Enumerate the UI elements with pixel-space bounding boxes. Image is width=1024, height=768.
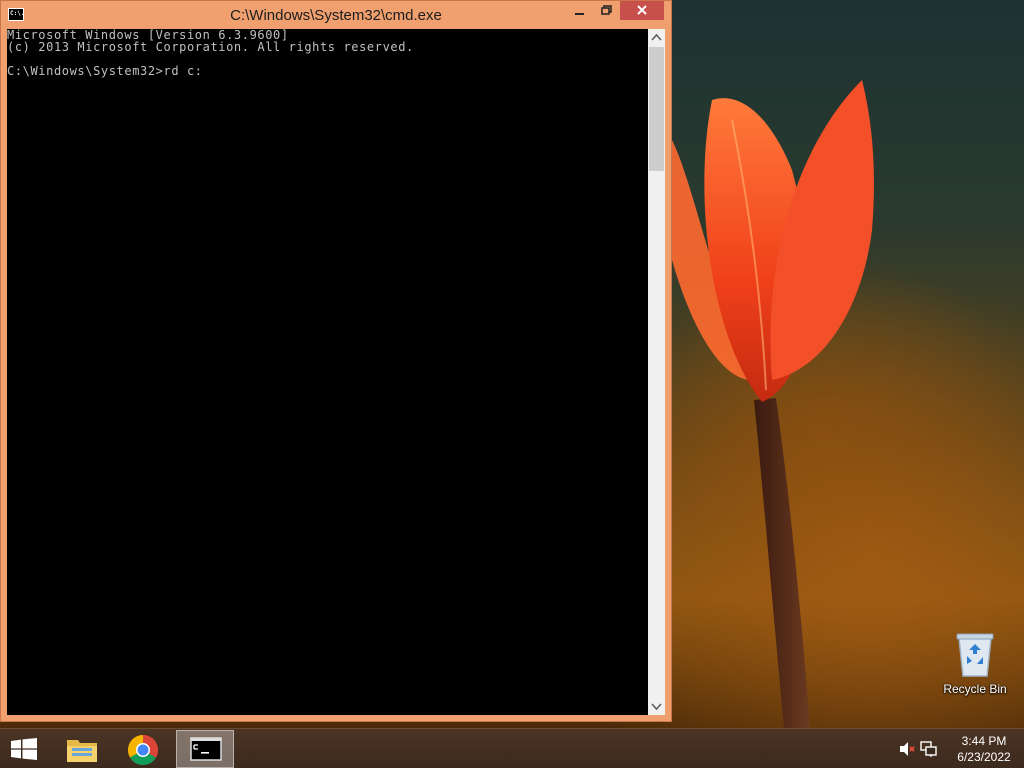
start-button[interactable]	[0, 729, 48, 768]
cmd-window[interactable]: C:\. C:\Windows\System32\cmd.exe Microso…	[0, 0, 672, 722]
recycle-bin-icon	[956, 633, 994, 677]
network-icon[interactable]	[920, 741, 938, 757]
clock-date: 6/23/2022	[957, 750, 1011, 764]
recycle-bin-label: Recycle Bin	[943, 682, 1007, 696]
close-button[interactable]	[620, 1, 664, 20]
taskbar-command-prompt[interactable]	[176, 730, 234, 768]
vertical-scrollbar[interactable]	[648, 29, 665, 715]
chevron-up-icon	[651, 33, 662, 41]
minimize-button[interactable]	[566, 1, 593, 20]
scroll-thumb[interactable]	[649, 47, 664, 171]
taskbar-file-explorer[interactable]	[53, 730, 111, 768]
taskbar: 3:44 PM 6/23/2022	[0, 728, 1024, 768]
console-text: Microsoft Windows [Version 6.3.9600] (c)…	[7, 29, 414, 77]
recycle-bin[interactable]: Recycle Bin	[938, 630, 1012, 696]
restore-icon	[601, 5, 612, 15]
close-icon	[637, 5, 647, 15]
chevron-down-icon	[651, 703, 662, 711]
folder-icon	[67, 740, 97, 762]
clock[interactable]: 3:44 PM 6/23/2022	[944, 733, 1024, 765]
scroll-up-button[interactable]	[648, 29, 665, 46]
system-tray: 3:44 PM 6/23/2022	[884, 729, 1024, 768]
console-line: (c) 2013 Microsoft Corporation. All righ…	[7, 40, 414, 54]
cmd-icon	[190, 737, 222, 761]
windows-logo-icon	[11, 738, 37, 760]
console-output[interactable]: Microsoft Windows [Version 6.3.9600] (c)…	[7, 29, 648, 715]
clock-time: 3:44 PM	[961, 734, 1007, 748]
chrome-icon	[127, 735, 159, 766]
console-prompt-line: C:\Windows\System32>rd c:	[7, 64, 203, 78]
scroll-down-button[interactable]	[648, 698, 665, 715]
titlebar[interactable]: C:\. C:\Windows\System32\cmd.exe	[1, 1, 671, 29]
volume-muted-icon[interactable]	[898, 741, 916, 757]
minimize-icon	[575, 13, 584, 15]
taskbar-chrome[interactable]	[114, 730, 172, 768]
restore-button[interactable]	[593, 1, 620, 20]
